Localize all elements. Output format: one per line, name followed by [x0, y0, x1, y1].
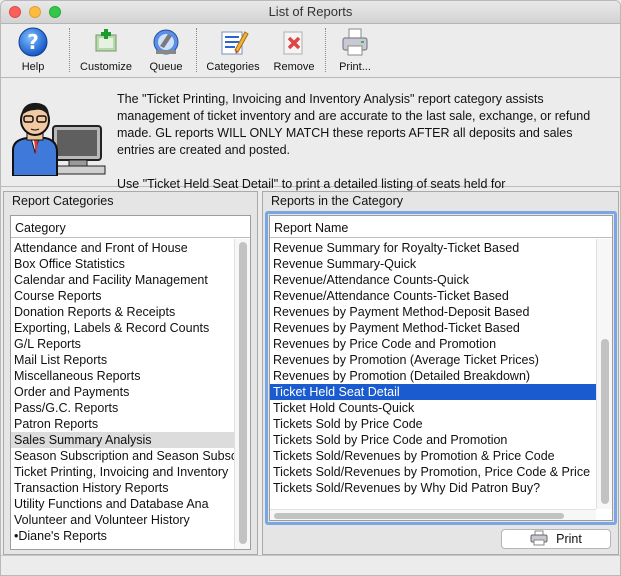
- category-column-header[interactable]: Category: [11, 216, 250, 238]
- category-list-item[interactable]: Ticket Printing, Invoicing and Inventory: [11, 464, 234, 480]
- help-icon: ?: [16, 26, 50, 58]
- category-list-item[interactable]: •Diane's Reports: [11, 528, 234, 544]
- category-list-item[interactable]: Attendance and Front of House: [11, 240, 234, 256]
- report-list-item[interactable]: Revenue Summary-Quick: [270, 256, 596, 272]
- category-list-item[interactable]: Transaction History Reports: [11, 480, 234, 496]
- print-toolbar-button-label: Print...: [339, 61, 371, 73]
- toolbar-separator: [69, 28, 70, 72]
- category-list-item[interactable]: Donation Reports & Receipts: [11, 304, 234, 320]
- print-button-label: Print: [556, 532, 582, 546]
- report-list-item[interactable]: Ticket Held Seat Detail: [270, 384, 596, 400]
- report-list-window: List of Reports ? Help Customize Queue C…: [0, 0, 621, 576]
- categories-icon: [216, 26, 250, 58]
- queue-button[interactable]: Queue: [144, 26, 188, 73]
- report-list-item[interactable]: Tickets Sold/Revenues by Promotion & Pri…: [270, 448, 596, 464]
- window-title: List of Reports: [268, 4, 353, 19]
- title-bar: List of Reports: [1, 1, 620, 24]
- print-button[interactable]: Print: [501, 529, 611, 549]
- category-list-item[interactable]: Utility Functions and Database Ana: [11, 496, 234, 512]
- category-list-item[interactable]: G/L Reports: [11, 336, 234, 352]
- report-list-item[interactable]: Revenues by Price Code and Promotion: [270, 336, 596, 352]
- category-list-item[interactable]: Order and Payments: [11, 384, 234, 400]
- reports-panel: Reports in the Category Report Name Reve…: [262, 191, 619, 555]
- category-list-item[interactable]: Pass/G.C. Reports: [11, 400, 234, 416]
- report-categories-title: Report Categories: [12, 194, 114, 208]
- report-list-item[interactable]: Tickets Sold/Revenues by Promotion, Pric…: [270, 464, 596, 480]
- category-list-item[interactable]: Patron Reports: [11, 416, 234, 432]
- category-list-item[interactable]: Calendar and Facility Management: [11, 272, 234, 288]
- customize-button[interactable]: Customize: [75, 26, 137, 73]
- category-list-item[interactable]: Box Office Statistics: [11, 256, 234, 272]
- report-list-item[interactable]: Ticket Hold Counts-Quick: [270, 400, 596, 416]
- report-list-item[interactable]: Tickets Sold by Price Code: [270, 416, 596, 432]
- report-scroll-thumb[interactable]: [601, 339, 609, 504]
- categories-button-label: Categories: [206, 61, 260, 73]
- queue-icon: [149, 26, 183, 58]
- svg-text:?: ?: [27, 30, 39, 54]
- category-description: The "Ticket Printing, Invoicing and Inve…: [1, 78, 620, 191]
- category-list-item[interactable]: Miscellaneous Reports: [11, 368, 234, 384]
- toolbar: ? Help Customize Queue Categories Remove…: [1, 24, 620, 77]
- report-list-item[interactable]: Revenues by Promotion (Detailed Breakdow…: [270, 368, 596, 384]
- category-list-scrollbar[interactable]: [234, 239, 250, 549]
- report-list-item[interactable]: Tickets Sold/Revenues by Why Did Patron …: [270, 480, 596, 496]
- customize-icon: [89, 26, 123, 58]
- report-list-item[interactable]: Revenue/Attendance Counts-Ticket Based: [270, 288, 596, 304]
- report-list[interactable]: Report Name Revenue Summary for Royalty-…: [269, 215, 613, 521]
- report-categories-panel: Report Categories Category Attendance an…: [3, 191, 258, 555]
- queue-button-label: Queue: [149, 61, 183, 73]
- report-list-item[interactable]: Revenue/Attendance Counts-Quick: [270, 272, 596, 288]
- category-list-item[interactable]: Season Subscription and Season Subscript…: [11, 448, 234, 464]
- report-list-horizontal-scrollbar[interactable]: [270, 509, 596, 520]
- customize-button-label: Customize: [80, 61, 132, 73]
- categories-button[interactable]: Categories: [202, 26, 264, 73]
- category-list[interactable]: Category Attendance and Front of House Bo…: [10, 215, 251, 550]
- clerk-at-computer-icon: [9, 96, 107, 177]
- printer-icon: [338, 26, 372, 58]
- report-list-vertical-scrollbar[interactable]: [596, 239, 612, 509]
- category-list-item[interactable]: Volunteer and Volunteer History: [11, 512, 234, 528]
- status-divider: [1, 555, 620, 556]
- description-paragraph: The "Ticket Printing, Invoicing and Inve…: [117, 92, 591, 157]
- category-list-item[interactable]: Sales Summary Analysis: [11, 432, 234, 448]
- report-list-item[interactable]: Revenue Summary for Royalty-Ticket Based: [270, 240, 596, 256]
- print-toolbar-button[interactable]: Print...: [332, 26, 378, 73]
- report-list-item[interactable]: Revenues by Payment Method-Deposit Based: [270, 304, 596, 320]
- report-name-column-header[interactable]: Report Name: [270, 216, 612, 238]
- report-list-item[interactable]: Tickets Sold by Price Code and Promotion: [270, 432, 596, 448]
- toolbar-separator: [325, 28, 326, 72]
- category-list-item[interactable]: Exporting, Labels & Record Counts: [11, 320, 234, 336]
- remove-button[interactable]: Remove: [271, 26, 317, 73]
- report-list-item[interactable]: Revenues by Promotion (Average Ticket Pr…: [270, 352, 596, 368]
- printer-icon: [530, 530, 548, 549]
- reports-panel-title: Reports in the Category: [271, 194, 404, 208]
- help-button-label: Help: [21, 61, 45, 73]
- category-list-item[interactable]: Mail List Reports: [11, 352, 234, 368]
- remove-button-label: Remove: [273, 61, 315, 73]
- report-list-item[interactable]: Revenues by Payment Method-Ticket Based: [270, 320, 596, 336]
- help-button[interactable]: ? Help: [13, 26, 53, 73]
- toolbar-separator: [196, 28, 197, 72]
- report-hscroll-thumb[interactable]: [274, 513, 564, 519]
- category-scroll-thumb[interactable]: [239, 242, 247, 544]
- category-list-item[interactable]: Course Reports: [11, 288, 234, 304]
- category-description-text: The "Ticket Printing, Invoicing and Inve…: [117, 91, 612, 193]
- remove-icon: [277, 26, 311, 58]
